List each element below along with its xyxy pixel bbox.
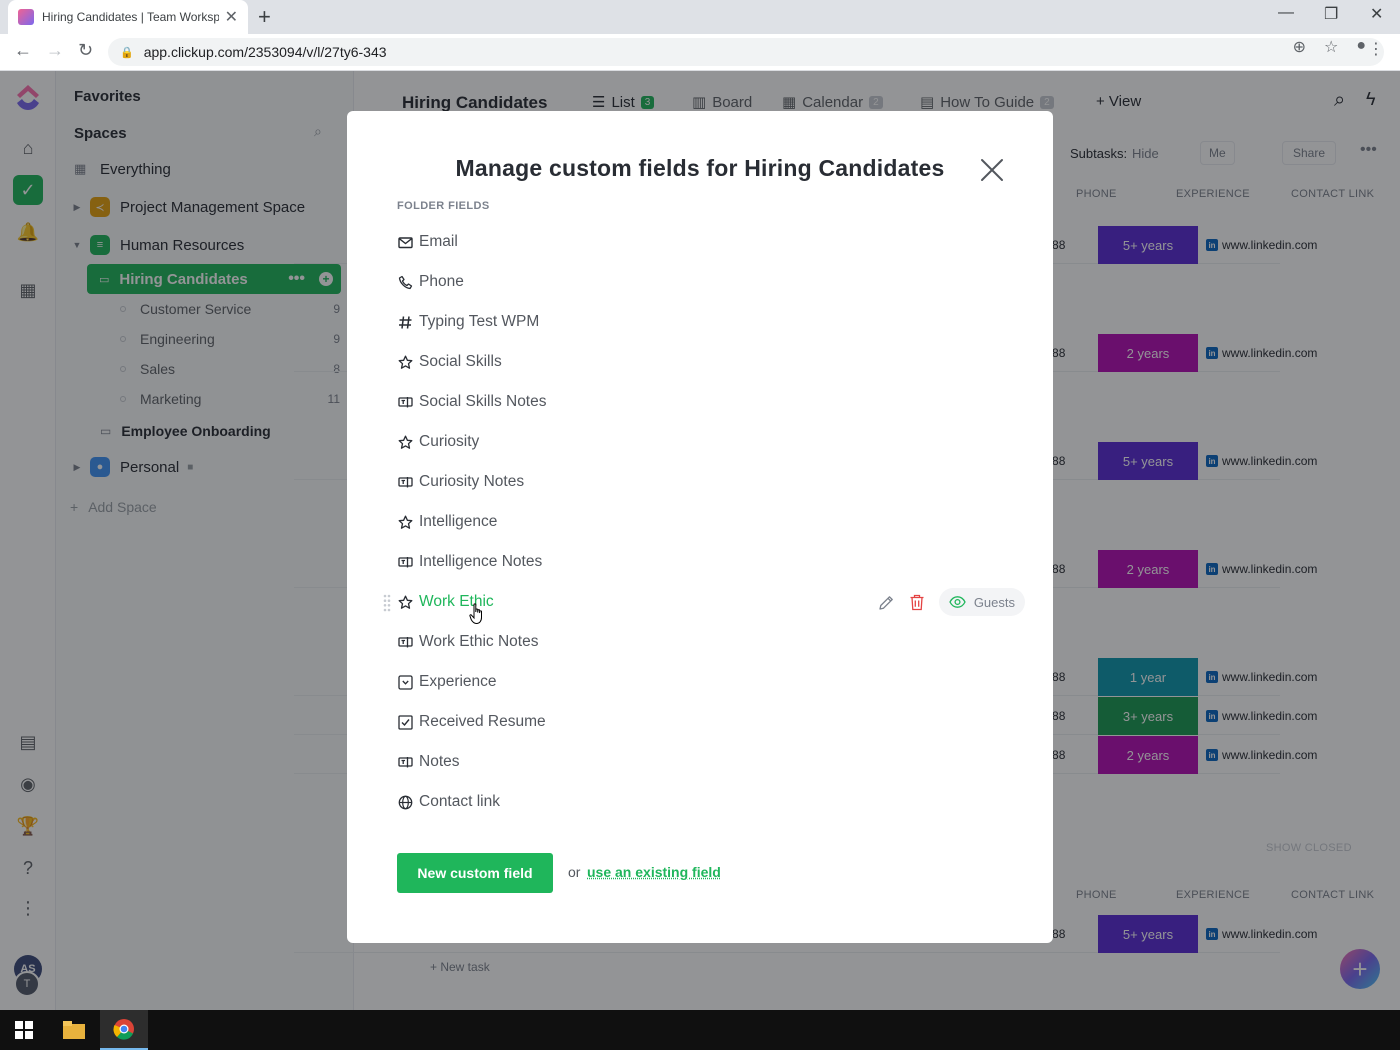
install-app-icon[interactable]: ⊕ <box>1293 37 1306 57</box>
text-icon <box>397 634 413 650</box>
eye-icon <box>949 596 966 608</box>
hand-cursor-icon <box>469 603 482 625</box>
forward-arrow-icon[interactable]: → <box>46 40 64 61</box>
email-icon <box>397 234 413 250</box>
field-label[interactable]: Received Resume <box>419 713 546 731</box>
text-icon <box>397 474 413 490</box>
or-text: or <box>568 864 581 880</box>
close-icon[interactable] <box>979 157 1005 183</box>
custom-field-row[interactable]: Typing Test WPM <box>397 307 1017 337</box>
star-icon <box>397 594 413 610</box>
field-label[interactable]: Curiosity <box>419 433 479 451</box>
custom-field-row[interactable]: Work Ethic Notes <box>397 627 1017 657</box>
custom-field-row[interactable]: Contact link <box>397 787 1017 817</box>
clickup-favicon-icon <box>18 9 34 25</box>
text-icon <box>397 554 413 570</box>
text-icon <box>397 754 413 770</box>
custom-field-row[interactable]: Email <box>397 227 1017 257</box>
maximize-window-icon[interactable]: ❐ <box>1324 4 1338 24</box>
field-label[interactable]: Social Skills Notes <box>419 393 547 411</box>
windows-taskbar <box>0 1010 1400 1050</box>
address-bar[interactable]: 🔒 app.clickup.com/2353094/v/l/27ty6-343 <box>108 38 1384 66</box>
browser-tab[interactable]: Hiring Candidates | Team Worksp ✕ <box>8 0 248 34</box>
url-text: app.clickup.com/2353094/v/l/27ty6-343 <box>143 44 387 60</box>
field-label[interactable]: Email <box>419 233 458 251</box>
use-existing-field-link[interactable]: use an existing field <box>587 864 721 880</box>
field-label[interactable]: Notes <box>419 753 460 771</box>
star-icon <box>397 514 413 530</box>
star-icon <box>397 434 413 450</box>
checkbox-icon <box>397 714 413 730</box>
drag-handle-icon[interactable] <box>383 594 391 612</box>
custom-field-row[interactable]: Intelligence <box>397 507 1017 537</box>
globe-icon <box>397 794 413 810</box>
tab-title: Hiring Candidates | Team Worksp <box>42 10 219 24</box>
custom-field-row[interactable]: Social Skills Notes <box>397 387 1017 417</box>
field-label[interactable]: Curiosity Notes <box>419 473 524 491</box>
custom-field-row[interactable]: Experience <box>397 667 1017 697</box>
phone-icon <box>397 274 413 290</box>
chrome-icon[interactable] <box>100 1010 148 1050</box>
text-icon <box>397 394 413 410</box>
profile-icon[interactable]: ● <box>1356 37 1366 57</box>
custom-field-row[interactable]: Phone <box>397 267 1017 297</box>
guests-label: Guests <box>973 594 1015 610</box>
close-window-icon[interactable]: ✕ <box>1370 4 1383 24</box>
field-label[interactable]: Experience <box>419 673 497 691</box>
new-tab-button[interactable]: + <box>258 4 271 30</box>
custom-field-row[interactable]: Curiosity Notes <box>397 467 1017 497</box>
field-label[interactable]: Work Ethic Notes <box>419 633 538 651</box>
browser-tab-bar: Hiring Candidates | Team Worksp ✕ + — ❐ … <box>0 0 1400 34</box>
star-icon <box>397 354 413 370</box>
browser-menu-icon[interactable]: ⋮ <box>1368 39 1384 59</box>
field-label[interactable]: Contact link <box>419 793 500 811</box>
dropdown-icon <box>397 674 413 690</box>
hash-icon <box>397 314 413 330</box>
field-label[interactable]: Intelligence <box>419 513 497 531</box>
custom-field-row[interactable]: Notes <box>397 747 1017 777</box>
edit-pencil-icon[interactable] <box>878 594 895 611</box>
custom-field-row[interactable]: Work Ethic Guests <box>383 587 1025 617</box>
minimize-window-icon[interactable]: — <box>1278 4 1294 22</box>
custom-field-row[interactable]: Received Resume <box>397 707 1017 737</box>
browser-toolbar: ← → ↻ 🔒 app.clickup.com/2353094/v/l/27ty… <box>0 34 1400 71</box>
field-label[interactable]: Typing Test WPM <box>419 313 539 331</box>
tab-close-icon[interactable]: ✕ <box>225 7 238 27</box>
custom-field-row[interactable]: Curiosity <box>397 427 1017 457</box>
file-explorer-icon[interactable] <box>50 1010 98 1050</box>
back-arrow-icon[interactable]: ← <box>14 40 32 61</box>
field-label[interactable]: Intelligence Notes <box>419 553 542 571</box>
field-label[interactable]: Social Skills <box>419 353 502 371</box>
section-label: FOLDER FIELDS <box>397 200 490 212</box>
custom-field-row[interactable]: Social Skills <box>397 347 1017 377</box>
windows-start-icon[interactable] <box>0 1010 48 1050</box>
reload-icon[interactable]: ↻ <box>78 40 93 61</box>
delete-trash-icon[interactable] <box>909 594 925 611</box>
lock-icon: 🔒 <box>120 46 134 59</box>
guests-visibility-toggle[interactable]: Guests <box>938 588 1025 616</box>
modal-title: Manage custom fields for Hiring Candidat… <box>455 155 945 181</box>
custom-field-row[interactable]: Intelligence Notes <box>397 547 1017 577</box>
new-custom-field-button[interactable]: New custom field <box>397 853 553 893</box>
custom-fields-modal: Manage custom fields for Hiring Candidat… <box>347 111 1053 943</box>
field-label[interactable]: Phone <box>419 273 464 291</box>
bookmark-star-icon[interactable]: ☆ <box>1324 37 1338 57</box>
